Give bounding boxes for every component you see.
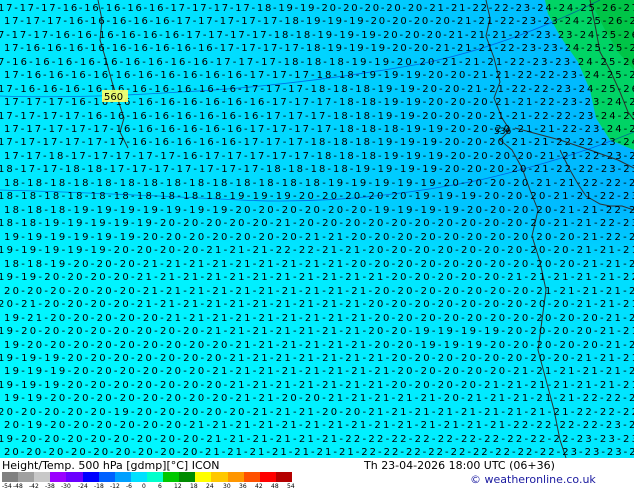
scale-swatch — [195, 472, 212, 482]
value-row: 19-19-20-20-20-20-20-20-20-20-21-21-20-2… — [4, 393, 634, 404]
scale-swatch — [211, 472, 228, 482]
scale-tick-label: -48 — [13, 483, 23, 490]
scale-swatch — [66, 472, 83, 482]
value-row: 18-18-19-19-19-19-19-20-20-20-20-20-21-2… — [0, 218, 634, 229]
value-row: 7-17-17-16-16-16-16-16-16-17-17-17-17-18… — [0, 30, 634, 41]
value-row: 19-19-19-19-19-19-20-20-20-20-20-20-20-2… — [4, 232, 634, 243]
weather-map[interactable]: 17-17-17-16-16-16-16-16-17-17-17-17-18-1… — [0, 0, 634, 458]
scale-tick-label: 54 — [287, 483, 295, 490]
scale-tick-label: -38 — [45, 483, 55, 490]
value-row: 20-20-20-20-20-20-20-20-20-21-21-21-21-2… — [4, 447, 634, 458]
value-row: 19-20-20-20-20-20-20-20-20-20-21-21-21-2… — [4, 340, 634, 351]
scale-swatch — [259, 472, 276, 482]
value-row: 20-21-20-20-20-20-21-21-21-21-21-21-21-2… — [0, 299, 634, 310]
value-row: 17-17-17-17-17-16-16-16-16-16-16-17-17-1… — [4, 124, 634, 135]
scale-swatch — [2, 472, 19, 482]
value-row: 17-16-16-16-16-16-16-16-16-16-16-17-17-1… — [4, 70, 634, 81]
scale-tick-label: -24 — [78, 483, 88, 490]
contour-label: 560 — [104, 92, 123, 103]
value-row: 19-21-20-20-20-20-20-21-21-21-21-21-21-2… — [4, 313, 634, 324]
scale-tick-label: -6 — [126, 483, 132, 490]
scale-tick-label: 30 — [223, 483, 231, 490]
value-row: 17-16-16-16-16-16-16-16-16-16-16-17-17-1… — [0, 84, 634, 95]
scale-swatch — [18, 472, 35, 482]
scale-tick-label: 0 — [142, 483, 146, 490]
value-row: 17-17-17-16-16-16-16-16-17-17-17-17-17-1… — [4, 16, 634, 27]
value-row: 17-17-17-17-16-16-16-16-16-16-16-16-17-1… — [0, 111, 634, 122]
scale-tick-label: -42 — [29, 483, 39, 490]
scale-tick-label: 18 — [190, 483, 198, 490]
value-row: 19-19-19-19-19-20-20-20-20-21-21-21-22-2… — [0, 245, 634, 256]
value-row: 17-17-17-16-16-16-16-16-17-17-17-17-18-1… — [0, 3, 634, 14]
value-row: 18-18-19-20-20-20-21-21-21-21-21-21-21-2… — [4, 259, 634, 270]
value-row: 17-17-17-16-16-16-16-16-16-16-16-16-17-1… — [4, 97, 634, 108]
scale-tick-label: -54 — [2, 483, 12, 490]
scale-tick-label: 48 — [271, 483, 279, 490]
scale-swatch — [227, 472, 244, 482]
valid-time: Th 23-04-2026 18:00 UTC (06+36) — [364, 459, 555, 472]
scale-swatch — [275, 472, 292, 482]
value-row: 18-18-18-19-19-19-19-19-19-19-20-20-20-2… — [4, 205, 634, 216]
marker-label-group: 536 — [494, 127, 511, 137]
scale-swatch — [34, 472, 51, 482]
value-row: 19-20-20-20-20-20-20-20-20-21-21-21-21-2… — [0, 326, 634, 337]
scale-tick-label: 36 — [239, 483, 247, 490]
scale-swatch — [163, 472, 180, 482]
scale-tick-label: 6 — [158, 483, 162, 490]
value-row: 20-20-20-20-20-19-20-20-20-20-20-21-21-2… — [0, 407, 634, 418]
scale-swatch — [114, 472, 131, 482]
value-row: 18-17-17-18-18-17-17-17-17-17-17-17-18-1… — [0, 164, 634, 175]
value-row: 17-16-16-16-16-16-16-16-16-16-17-17-17-1… — [4, 43, 634, 54]
scale-tick-label: 42 — [255, 483, 263, 490]
value-row: 19-19-20-20-20-20-21-21-21-21-21-21-21-2… — [0, 272, 634, 283]
value-row: 17-17-18-17-17-17-17-17-16-17-17-17-17-1… — [4, 151, 634, 162]
scale-tick-label: 12 — [174, 483, 182, 490]
map-canvas: 17-17-17-16-16-16-16-16-17-17-17-17-18-1… — [0, 0, 634, 458]
scale-swatch — [179, 472, 196, 482]
color-scale — [2, 472, 292, 482]
map-title: Height/Temp. 500 hPa [gdmp][°C] ICON — [2, 459, 220, 472]
value-row: 19-19-19-20-20-20-20-20-20-20-21-21-21-2… — [0, 353, 634, 364]
credit-link[interactable]: © weatheronline.co.uk — [470, 474, 596, 486]
value-row: 17-17-17-17-17-17-16-16-16-16-16-17-17-1… — [0, 137, 634, 148]
value-row: 20-19-20-20-20-20-20-20-21-21-21-21-21-2… — [4, 420, 634, 431]
scale-swatch — [98, 472, 115, 482]
scale-swatch — [130, 472, 147, 482]
scale-swatch — [146, 472, 164, 482]
scale-swatch — [82, 472, 99, 482]
scale-swatch — [50, 472, 67, 482]
value-row: 19-20-20-20-20-20-20-20-20-21-21-21-21-2… — [0, 434, 634, 445]
scale-swatch — [243, 472, 260, 482]
value-row: 18-18-18-18-18-18-18-18-18-18-19-19-19-2… — [0, 191, 634, 202]
scale-tick-label: -12 — [110, 483, 120, 490]
value-row: 20-20-20-20-20-20-21-21-21-21-21-21-21-2… — [4, 286, 634, 297]
scale-tick-label: 24 — [206, 483, 214, 490]
map-footer: Height/Temp. 500 hPa [gdmp][°C] ICON Th … — [0, 458, 634, 490]
marker-label: 536 — [494, 127, 511, 137]
scale-tick-label: -30 — [61, 483, 71, 490]
value-row: 19-19-19-20-20-20-20-20-20-21-21-21-21-2… — [4, 366, 634, 377]
scale-tick-label: -18 — [94, 483, 104, 490]
value-row: 19-19-19-20-20-20-20-20-20-20-21-21-21-2… — [0, 380, 634, 391]
value-row: 18-18-18-18-18-18-18-18-18-18-18-18-18-1… — [4, 178, 634, 189]
contour-label-group: 560 — [102, 90, 128, 103]
